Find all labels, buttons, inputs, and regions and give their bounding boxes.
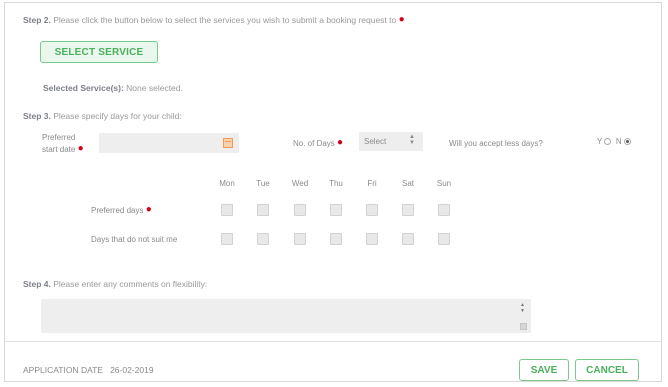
step3-text: Please specify days for your child: xyxy=(53,111,182,121)
required-marker: ● xyxy=(77,143,84,154)
start-date-label-line1: Preferred xyxy=(42,133,76,142)
step4-label: Step 4. xyxy=(23,279,51,289)
weekday-mon: Mon xyxy=(219,179,235,188)
booking-form: Step 2. Please click the button below to… xyxy=(4,2,662,382)
not-suit-tue-checkbox[interactable] xyxy=(257,233,269,245)
not-suit-sun-checkbox[interactable] xyxy=(438,233,450,245)
weekday-wed: Wed xyxy=(291,179,309,188)
preferred-thu-checkbox[interactable] xyxy=(330,204,342,216)
accept-less-days-radio-group: Y N xyxy=(597,137,631,146)
start-date-label: start date ● xyxy=(42,143,84,155)
not-suit-thu-checkbox[interactable] xyxy=(330,233,342,245)
not-suit-sat-checkbox[interactable] xyxy=(402,233,414,245)
not-suit-wed-checkbox[interactable] xyxy=(294,233,306,245)
weekday-sat: Sat xyxy=(401,179,414,188)
no-of-days-label: No. of Days ● xyxy=(293,137,344,149)
preferred-sun-checkbox[interactable] xyxy=(438,204,450,216)
accept-no-label: N xyxy=(615,137,622,146)
preferred-sat-checkbox[interactable] xyxy=(402,204,414,216)
scroll-arrows-icon[interactable]: ▲ ▼ xyxy=(520,302,525,314)
accept-no-radio[interactable] xyxy=(623,138,631,145)
not-suit-fri-checkbox[interactable] xyxy=(366,233,378,245)
resize-handle[interactable] xyxy=(520,323,527,330)
no-of-days-value: Select xyxy=(364,137,387,146)
step2-text: Please click the button below to select … xyxy=(53,15,397,25)
preferred-fri-checkbox[interactable] xyxy=(366,204,378,216)
required-marker: ● xyxy=(337,137,344,148)
required-marker: ● xyxy=(145,204,152,215)
cancel-button[interactable]: CANCEL xyxy=(575,359,639,381)
select-service-button[interactable]: SELECT SERVICE xyxy=(40,41,158,63)
preferred-wed-checkbox[interactable] xyxy=(294,204,306,216)
weekday-tue: Tue xyxy=(256,179,270,188)
step4-instruction: Step 4. Please enter any comments on fle… xyxy=(23,279,207,289)
weekday-sun: Sun xyxy=(436,179,452,188)
selected-services: Selected Service(s): None selected. xyxy=(43,83,183,93)
accept-less-days-label: Will you accept less days? xyxy=(449,139,543,148)
no-of-days-text: No. of Days xyxy=(293,139,335,148)
preferred-days-label: Preferred days ● xyxy=(91,204,152,216)
application-date-value: 26-02-2019 xyxy=(110,365,154,375)
calendar-icon[interactable] xyxy=(223,138,233,148)
preferred-mon-checkbox[interactable] xyxy=(221,204,233,216)
application-date-label: APPLICATION DATE xyxy=(23,365,103,375)
step4-text: Please enter any comments on flexibility… xyxy=(53,279,208,289)
application-date: APPLICATION DATE 26-02-2019 xyxy=(23,365,154,375)
step2-label: Step 2. xyxy=(23,15,51,25)
not-suit-mon-checkbox[interactable] xyxy=(221,233,233,245)
step2-instruction: Step 2. Please click the button below to… xyxy=(23,14,405,26)
accept-yes-label: Y xyxy=(597,137,603,146)
step3-label: Step 3. xyxy=(23,111,51,121)
no-of-days-select[interactable]: Select ▲ ▼ xyxy=(359,132,423,151)
selected-services-label: Selected Service(s): xyxy=(43,83,124,93)
selected-services-value: None selected. xyxy=(126,83,183,93)
start-date-label-line2: start date xyxy=(42,145,76,154)
preferred-days-text: Preferred days xyxy=(91,206,144,215)
comments-textarea[interactable]: ▲ ▼ xyxy=(41,299,531,333)
weekday-fri: Fri xyxy=(367,179,377,188)
required-marker: ● xyxy=(398,14,405,25)
preferred-tue-checkbox[interactable] xyxy=(257,204,269,216)
footer-divider xyxy=(5,341,661,342)
not-suit-days-label: Days that do not suit me xyxy=(91,235,178,244)
step3-instruction: Step 3. Please specify days for your chi… xyxy=(23,111,182,121)
chevron-down-icon: ▲ ▼ xyxy=(409,134,415,146)
save-button[interactable]: SAVE xyxy=(519,359,569,381)
accept-yes-radio[interactable] xyxy=(604,138,612,145)
weekday-thu: Thu xyxy=(329,179,343,188)
start-date-input[interactable] xyxy=(99,133,239,153)
